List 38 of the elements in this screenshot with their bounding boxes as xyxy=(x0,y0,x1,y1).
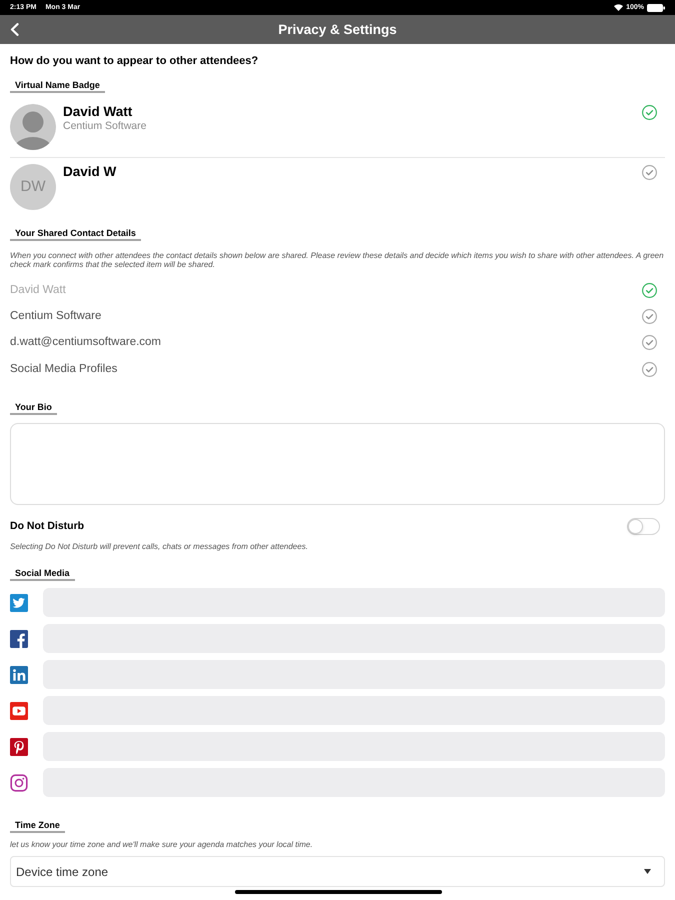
section-heading: Social Media xyxy=(10,568,75,582)
badge-name: David Watt xyxy=(63,105,134,119)
initials-avatar: DW xyxy=(10,164,56,210)
check-circle-icon[interactable] xyxy=(642,105,657,120)
letter-f-icon xyxy=(10,630,28,648)
camera-icon xyxy=(10,774,28,792)
contact-detail-label: Centium Software xyxy=(10,310,102,323)
section-description: let us know your time zone and we'll make sure your agenda matches your local time. xyxy=(10,840,314,850)
badge-name: David W xyxy=(63,165,118,179)
page-title: Privacy & Settings xyxy=(278,22,397,38)
avatar-icon xyxy=(10,104,56,150)
contact-detail-label: Social Media Profiles xyxy=(10,362,118,376)
time-zone-select[interactable]: Device time zone xyxy=(10,856,665,888)
setting-description: Selecting Do Not Disturb will prevent calls, chats or messages from other attendees. xyxy=(10,542,309,552)
letter-p-icon xyxy=(10,738,28,756)
toggle-switch[interactable] xyxy=(627,518,660,535)
section-description: When you connect with other attendees the contact details shown below are shared. Please review these details and decide which items you wish to share with other attendees. A green check mark confirms that the selected item will be shared. xyxy=(10,251,665,269)
in-letters-icon xyxy=(10,666,28,684)
back-chevron-icon[interactable] xyxy=(10,23,19,36)
badge-company: Centium Software xyxy=(63,121,148,132)
play-button-icon xyxy=(10,702,28,720)
section-heading: Virtual Name Badge xyxy=(10,80,105,93)
caret-icon xyxy=(644,869,651,874)
bio-field[interactable] xyxy=(10,423,665,506)
check-circle-icon[interactable] xyxy=(642,362,657,377)
bird-icon xyxy=(10,594,28,612)
contact-detail-label: David Watt xyxy=(10,284,67,297)
section-heading: Time Zone xyxy=(10,820,65,834)
section-heading: Your Bio xyxy=(10,402,57,416)
setting-label: Do Not Disturb xyxy=(10,520,86,532)
check-circle-icon[interactable] xyxy=(642,165,657,180)
check-circle-icon[interactable] xyxy=(642,308,657,324)
section-heading: Your Shared Contact Details xyxy=(10,228,141,241)
contact-detail-label: d.watt@centiumsoftware.com xyxy=(10,336,162,350)
battery-icon xyxy=(647,4,665,12)
section-question: How do you want to appear to other attendees? xyxy=(10,54,260,67)
wifi-icon xyxy=(614,4,624,11)
check-circle-icon[interactable] xyxy=(642,335,657,350)
